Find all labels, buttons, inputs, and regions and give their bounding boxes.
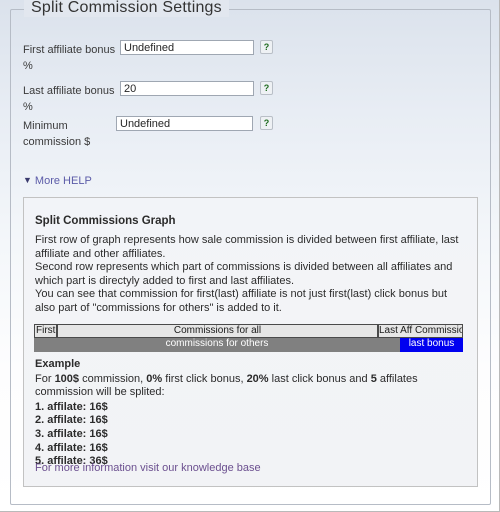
more-help-label: More HELP bbox=[34, 175, 92, 187]
split-commissions-graph: First Af Commissions for all Last Aff Co… bbox=[34, 324, 463, 352]
split-commission-fieldset: Split Commission Settings First affiliat… bbox=[10, 0, 491, 505]
triangle-down-icon: ▼ bbox=[23, 175, 32, 185]
graph-segment-commissions-for-all: Commissions for all bbox=[57, 324, 378, 338]
last-affiliate-bonus-label: Last affiliate bonus % bbox=[23, 85, 115, 113]
list-item: 4. affilate: 16$ bbox=[35, 441, 108, 454]
help-icon-first-affiliate-bonus[interactable]: ? bbox=[260, 40, 273, 54]
help-icon-last-affiliate-bonus[interactable]: ? bbox=[260, 81, 273, 95]
help-panel-title: Split Commissions Graph bbox=[35, 215, 176, 227]
graph-segment-first-affiliate: First Af bbox=[34, 324, 57, 338]
first-affiliate-bonus-label: First affiliate bonus % bbox=[23, 44, 116, 72]
form-row-first-affiliate-bonus: First affiliate bonus % ? bbox=[17, 39, 484, 77]
example-section: Example For 100$ commission, 0% first cl… bbox=[35, 358, 463, 469]
help-paragraph: Second row represents which part of comm… bbox=[35, 261, 453, 287]
example-title: Example bbox=[35, 358, 81, 370]
minimum-commission-label: Minimum commission $ bbox=[23, 120, 91, 148]
form-row-minimum-commission: Minimum commission $ ? bbox=[17, 115, 484, 153]
graph-segment-last-bonus: last bonus bbox=[400, 338, 463, 352]
example-intro: For 100$ commission, 0% first click bonu… bbox=[35, 372, 418, 399]
help-panel: Split Commissions Graph First row of gra… bbox=[23, 197, 478, 487]
more-help-toggle[interactable]: ▼ More HELP bbox=[23, 175, 92, 187]
settings-page: Split Commission Settings First affiliat… bbox=[0, 0, 500, 512]
list-item: 1. affilate: 16$ bbox=[35, 400, 108, 413]
page-title: Split Commission Settings bbox=[24, 0, 229, 17]
minimum-commission-input[interactable] bbox=[116, 116, 253, 131]
knowledge-base-link[interactable]: For more information visit our knowledge… bbox=[35, 462, 261, 474]
graph-row-bonus-split: commissions for others last bonus bbox=[34, 338, 463, 352]
last-affiliate-bonus-input[interactable] bbox=[120, 81, 254, 96]
help-paragraph: You can see that commission for first(la… bbox=[35, 288, 448, 314]
first-affiliate-bonus-input[interactable] bbox=[120, 40, 254, 55]
list-item: 3. affilate: 16$ bbox=[35, 427, 108, 440]
graph-segment-commissions-for-others: commissions for others bbox=[34, 338, 400, 352]
help-icon-minimum-commission[interactable]: ? bbox=[260, 116, 273, 130]
form-row-last-affiliate-bonus: Last affiliate bonus % ? bbox=[17, 80, 484, 118]
help-panel-description: First row of graph represents how sale c… bbox=[35, 234, 463, 316]
list-item: 2. affilate: 16$ bbox=[35, 414, 108, 427]
help-paragraph: First row of graph represents how sale c… bbox=[35, 234, 459, 260]
affiliate-payout-list: 1. affilate: 16$ 2. affilate: 16$ 3. aff… bbox=[35, 401, 463, 469]
graph-row-commission-split: First Af Commissions for all Last Aff Co… bbox=[34, 324, 463, 338]
graph-segment-last-aff-commission: Last Aff Commission bbox=[378, 324, 463, 338]
